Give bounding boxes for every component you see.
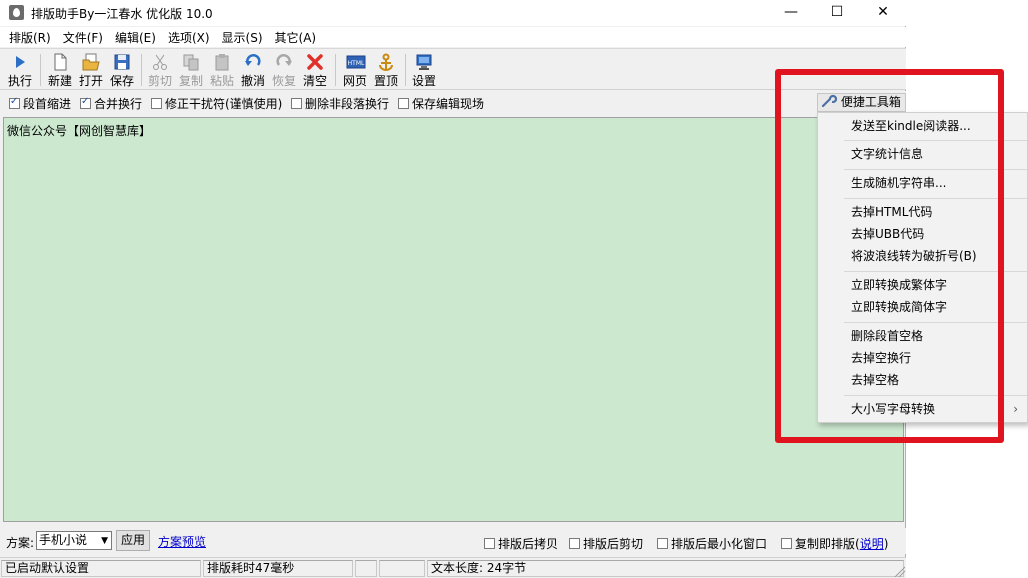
toolbar-separator [40,54,41,86]
checkbox-checked-icon [80,96,91,109]
menu-edit[interactable]: 编辑(E) [109,27,162,47]
text-editor[interactable]: 微信公众号【网创智慧库】 [3,117,904,522]
toolbar-separator [335,54,336,86]
menu-bar: 排版(R) 文件(F) 编辑(E) 选项(X) 显示(S) 其它(A) [0,27,906,47]
menu-view[interactable]: 显示(S) [216,27,269,47]
checkbox-unchecked-icon [398,98,409,109]
monitor-settings-icon [415,53,433,71]
floppy-disk-icon [113,53,131,71]
apply-button[interactable]: 应用 [116,530,150,551]
new-button[interactable]: 新建 [45,51,75,89]
toolbar: 执行 新建 打开 保存 剪切 复制 粘贴 撤消 恢复 清空 HTML 网页 置顶… [0,48,906,90]
dropdown-arrow-icon: ▼ [101,536,108,546]
clear-button[interactable]: 清空 [300,51,330,89]
undo-icon [244,53,262,71]
resize-grip-icon[interactable] [893,565,905,577]
bottom-bar: 方案: 手机小说 ▼ 应用 方案预览 排版后拷贝 排版后剪切 排版后最小化窗口 … [0,528,906,554]
copy-then-format-checkbox[interactable]: 复制即排版(说明) [781,535,888,552]
menu-other[interactable]: 其它(A) [269,27,323,47]
settings-button[interactable]: 设置 [409,51,439,89]
save-button[interactable]: 保存 [107,51,137,89]
toolbar-separator [405,54,406,86]
editor-content: 微信公众号【网创智慧库】 [7,124,152,138]
paste-icon [213,53,231,71]
copy-button[interactable]: 复制 [176,51,206,89]
open-button[interactable]: 打开 [76,51,106,89]
title-bar: 排版助手By一江春水 优化版 10.0 — ☐ ✕ [0,0,906,26]
html-badge-text: HTML [348,60,365,67]
status-empty-cell [355,560,377,577]
play-icon [11,53,29,71]
toolbar-separator [141,54,142,86]
checkbox-unchecked-icon [569,538,580,549]
run-button[interactable]: 执行 [5,51,35,89]
fix-chars-checkbox[interactable]: 修正干扰符(谨慎使用) [151,95,282,112]
indent-checkbox[interactable]: 段首缩进 [9,95,71,112]
maximize-button[interactable]: ☐ [814,0,860,26]
menu-options[interactable]: 选项(X) [162,27,216,47]
checkbox-checked-icon [9,96,20,109]
redo-icon [275,53,293,71]
scheme-preview-link[interactable]: 方案预览 [158,533,206,550]
copy-icon [182,53,200,71]
checkbox-unchecked-icon [151,98,162,109]
new-file-icon [51,53,69,71]
status-length: 文本长度: 24字节 [427,560,904,577]
scheme-label: 方案: [6,536,35,550]
scheme-value: 手机小说 [39,533,88,547]
checkbox-unchecked-icon [781,538,792,549]
minimize-button[interactable]: — [768,0,814,26]
menu-format[interactable]: 排版(R) [3,27,57,47]
merge-lines-checkbox[interactable]: 合并换行 [80,95,142,112]
copy-after-checkbox[interactable]: 排版后拷贝 [484,535,558,552]
html-page-icon: HTML [346,53,366,71]
checkbox-unchecked-icon [484,538,495,549]
undo-button[interactable]: 撤消 [238,51,268,89]
status-loaded: 已启动默认设置 [1,560,201,577]
red-highlight-box [775,69,1004,443]
menu-file[interactable]: 文件(F) [57,27,109,47]
web-button[interactable]: HTML 网页 [340,51,370,89]
scissors-icon [151,53,169,71]
open-folder-icon [82,53,100,71]
minimize-after-checkbox[interactable]: 排版后最小化窗口 [657,535,767,552]
redo-button[interactable]: 恢复 [269,51,299,89]
app-window: 排版助手By一江春水 优化版 10.0 — ☐ ✕ 排版(R) 文件(F) 编辑… [0,0,906,578]
status-bar: 已启动默认设置 排版耗时47毫秒 文本长度: 24字节 [0,557,906,578]
cut-button[interactable]: 剪切 [145,51,175,89]
save-scene-checkbox[interactable]: 保存编辑现场 [398,95,484,112]
help-link[interactable]: 说明 [860,537,884,551]
checkbox-unchecked-icon [657,538,668,549]
status-empty-cell [379,560,425,577]
checkbox-unchecked-icon [291,98,302,109]
remove-breaks-checkbox[interactable]: 删除非段落换行 [291,95,389,112]
scheme-dropdown[interactable]: 手机小说 ▼ [36,531,112,550]
submenu-chevron-right-icon: › [1013,402,1018,416]
pin-top-button[interactable]: 置顶 [371,51,401,89]
close-button[interactable]: ✕ [860,0,906,26]
red-x-icon [306,53,324,71]
app-logo-icon [9,5,24,20]
cut-after-checkbox[interactable]: 排版后剪切 [569,535,643,552]
paste-button[interactable]: 粘贴 [207,51,237,89]
anchor-icon [377,53,395,71]
window-title: 排版助手By一江春水 优化版 10.0 [31,7,213,21]
status-time: 排版耗时47毫秒 [203,560,353,577]
options-bar: 段首缩进 合并换行 修正干扰符(谨慎使用) 删除非段落换行 保存编辑现场 便捷工… [0,91,906,113]
